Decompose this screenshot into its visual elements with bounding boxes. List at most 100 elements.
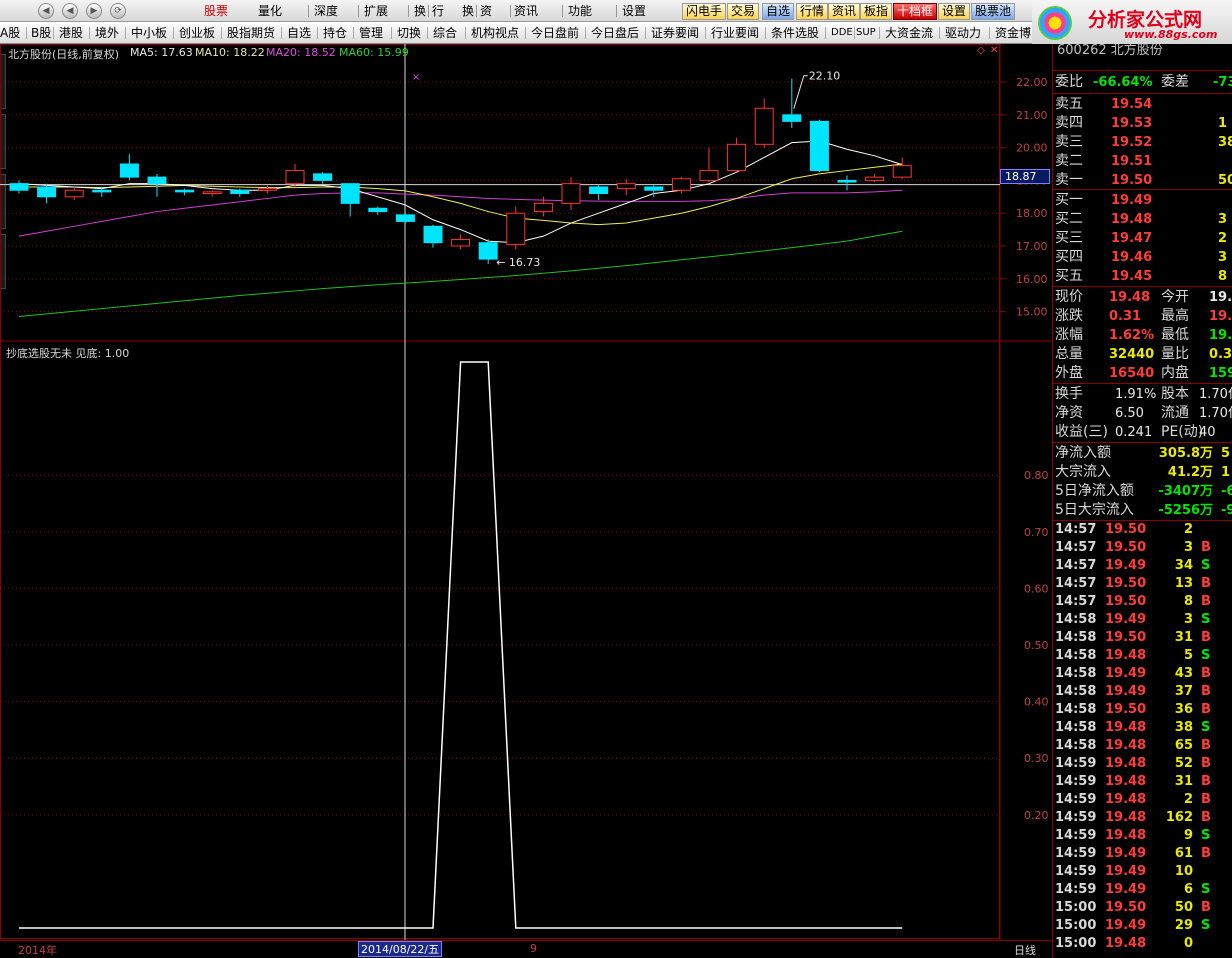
bid-row[interactable]: 买一 19.49 <box>1053 191 1232 210</box>
quote-row: 外盘 16540 内盘 1590 <box>1053 364 1232 383</box>
ask-row[interactable]: 卖五 19.54 <box>1053 95 1232 114</box>
next-icon[interactable]: ▶ <box>86 3 102 19</box>
fundamental-row: 换手 1.91% 股本 1.70亿 <box>1053 385 1232 404</box>
menu-switch[interactable]: 换 <box>414 3 426 19</box>
up-candle[interactable] <box>727 137 747 173</box>
down-candle[interactable] <box>395 213 415 224</box>
candlestick-series <box>9 78 912 265</box>
tab-chinext[interactable]: 创业板 <box>179 24 215 42</box>
tab-switch[interactable]: 切换 <box>397 24 421 42</box>
up-candle[interactable] <box>561 177 581 210</box>
up-candle[interactable] <box>64 186 84 201</box>
down-candle[interactable] <box>809 119 829 173</box>
tick-row: 14:59 19.48 162 B <box>1053 809 1232 827</box>
bid-row[interactable]: 买五 19.45 8 <box>1053 267 1232 286</box>
tab-a-shares[interactable]: A股 <box>0 24 20 42</box>
ten-level-button[interactable]: 十档框 <box>893 3 938 20</box>
bid-row[interactable]: 买四 19.46 3 <box>1053 248 1232 267</box>
trade-button[interactable]: 交易 <box>727 3 760 20</box>
quotes-button[interactable]: 行情 <box>796 3 829 20</box>
down-candle[interactable] <box>147 173 167 197</box>
watchlist-button[interactable]: 自选 <box>762 3 795 20</box>
tab-capital-game[interactable]: 资金博 <box>995 24 1031 42</box>
kline-chart[interactable]: 22.0021.0020.0019.0018.0017.0016.0015.00… <box>0 44 1052 940</box>
tab-hk-shares[interactable]: 港股 <box>59 24 83 42</box>
tick-volume: 3 <box>1183 612 1193 627</box>
news-button[interactable]: 资讯 <box>828 3 861 20</box>
tab-securities-news[interactable]: 证券要闻 <box>651 24 699 42</box>
ask-row[interactable]: 卖三 19.52 38 <box>1053 133 1232 152</box>
up-candle[interactable] <box>257 185 277 194</box>
menu-news[interactable]: 资讯 <box>514 3 538 19</box>
tick-row: 14:57 19.50 13 B <box>1053 575 1232 593</box>
up-candle[interactable] <box>506 206 526 250</box>
down-candle[interactable] <box>313 172 333 184</box>
tab-sup[interactable]: SUP <box>856 24 876 42</box>
menu-extend[interactable]: 扩展 <box>364 3 388 19</box>
up-candle[interactable] <box>865 173 885 183</box>
down-candle[interactable] <box>589 185 609 201</box>
down-candle[interactable] <box>37 183 57 204</box>
ask-row[interactable]: 卖二 19.51 <box>1053 152 1232 171</box>
tab-composite[interactable]: 综合 <box>433 24 457 42</box>
bid-row[interactable]: 买三 19.47 2 <box>1053 229 1232 248</box>
down-candle[interactable] <box>230 188 250 197</box>
refresh-icon[interactable]: ⟳ <box>110 3 126 19</box>
tab-watchlist[interactable]: 自选 <box>287 24 311 42</box>
down-candle[interactable] <box>9 180 29 194</box>
up-candle[interactable] <box>699 147 719 183</box>
tab-separator <box>221 27 222 39</box>
tab-driving-force[interactable]: 驱动力 <box>945 24 981 42</box>
up-candle[interactable] <box>202 190 222 197</box>
chart-close-icon[interactable]: ✕ <box>990 45 998 56</box>
down-candle[interactable] <box>119 154 139 181</box>
tab-manage[interactable]: 管理 <box>359 24 383 42</box>
back-icon[interactable]: ◀ <box>38 3 54 19</box>
tab-institution-view[interactable]: 机构视点 <box>471 24 519 42</box>
menu-quant[interactable]: 量化 <box>258 3 282 19</box>
up-candle[interactable] <box>754 98 774 148</box>
menu-settings[interactable]: 设置 <box>622 3 646 19</box>
tab-overseas[interactable]: 境外 <box>95 24 119 42</box>
down-candle[interactable] <box>837 175 857 191</box>
tab-pre-market[interactable]: 今日盘前 <box>531 24 579 42</box>
down-candle[interactable] <box>478 239 498 265</box>
bid-volume: 3 <box>1218 250 1228 265</box>
down-candle[interactable] <box>782 78 802 128</box>
prev-icon[interactable]: ◀ <box>62 3 78 19</box>
tab-condition-screen[interactable]: 条件选股 <box>771 24 819 42</box>
menu-asset[interactable]: 资 <box>480 3 492 19</box>
period-selector[interactable]: 日线 <box>1014 942 1036 958</box>
tab-industry-news[interactable]: 行业要闻 <box>711 24 759 42</box>
up-candle[interactable] <box>285 164 305 187</box>
bid-row[interactable]: 买二 19.48 3 <box>1053 210 1232 229</box>
ask-row[interactable]: 卖四 19.53 1 <box>1053 114 1232 133</box>
up-candle[interactable] <box>616 178 636 196</box>
tab-b-shares[interactable]: B股 <box>31 24 51 42</box>
tab-big-capital-flow[interactable]: 大资金流 <box>885 24 933 42</box>
flash-trade-button[interactable]: 闪电手 <box>682 3 727 20</box>
down-candle[interactable] <box>644 185 664 197</box>
ask-row[interactable]: 卖一 19.50 50 <box>1053 171 1232 190</box>
stock-pool-button[interactable]: 股票池 <box>971 3 1016 20</box>
tab-index-futures[interactable]: 股指期货 <box>227 24 275 42</box>
down-candle[interactable] <box>423 224 443 248</box>
menu-function[interactable]: 功能 <box>568 3 592 19</box>
down-candle[interactable] <box>340 183 360 217</box>
down-candle[interactable] <box>175 188 195 196</box>
up-candle[interactable] <box>451 234 471 250</box>
tab-post-market[interactable]: 今日盘后 <box>591 24 639 42</box>
menu-row[interactable]: 行 <box>432 3 444 19</box>
weibi-row: 委比 -66.64% 委差 -73 <box>1055 74 1232 90</box>
menu-depth[interactable]: 深度 <box>314 3 338 19</box>
sector-index-button[interactable]: 板指 <box>860 3 893 20</box>
menu-stock[interactable]: 股票 <box>204 3 228 19</box>
tool-settings-button[interactable]: 设置 <box>938 3 971 20</box>
tab-sme-board[interactable]: 中小板 <box>131 24 167 42</box>
site-logo: 分析家公式网 www.88gs.com <box>1032 0 1232 44</box>
tab-dde[interactable]: DDE <box>831 24 853 42</box>
quote-value: 16540 <box>1109 366 1155 381</box>
menu-switch-2[interactable]: 换 <box>462 3 474 19</box>
up-candle[interactable] <box>892 157 912 179</box>
tab-holdings[interactable]: 持仓 <box>323 24 347 42</box>
